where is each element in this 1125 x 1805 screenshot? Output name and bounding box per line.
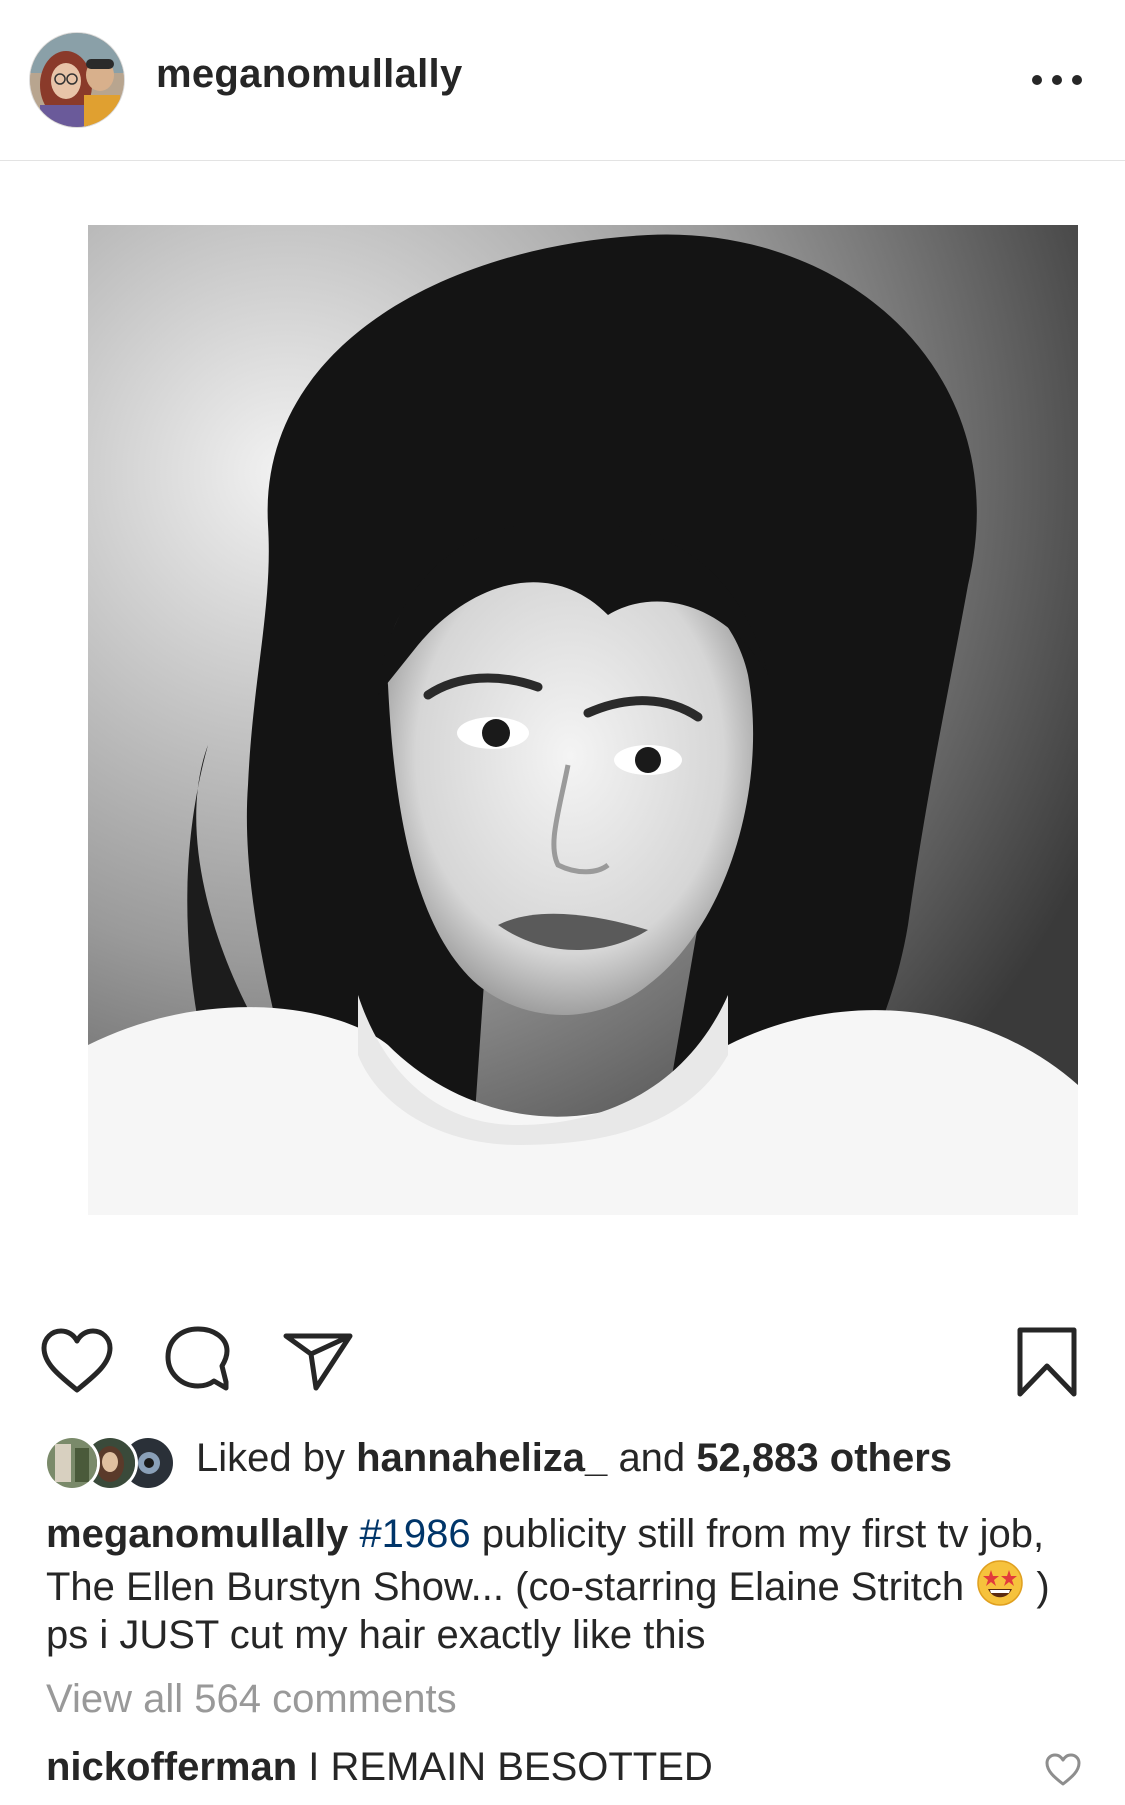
post-username[interactable]: meganomullally: [156, 52, 463, 97]
direct-share-icon: [283, 1333, 353, 1391]
liker-avatars[interactable]: [44, 1435, 180, 1491]
likes-row: Liked by hannaheliza_ and 52,883 others: [44, 1432, 1084, 1491]
star-struck-emoji-icon: [977, 1560, 1024, 1606]
caption-hashtag[interactable]: #1986: [359, 1512, 470, 1556]
heart-icon: [41, 1328, 113, 1393]
like-button[interactable]: [40, 1328, 114, 1399]
likes-summary[interactable]: Liked by hannaheliza_ and 52,883 others: [196, 1436, 952, 1481]
save-button[interactable]: [1016, 1326, 1078, 1403]
heart-icon: [1045, 1753, 1081, 1786]
post-header: meganomullally: [0, 0, 1125, 161]
caption-username[interactable]: meganomullally: [46, 1512, 348, 1556]
liker-avatar: [44, 1435, 100, 1491]
avatar[interactable]: [30, 33, 124, 127]
more-options-button[interactable]: [1028, 62, 1088, 98]
more-horizontal-icon: [1032, 75, 1042, 85]
likes-others-count[interactable]: 52,883 others: [696, 1436, 952, 1480]
liker-avatar-image: [47, 1438, 97, 1488]
comment-icon: [165, 1326, 230, 1391]
post-photo[interactable]: [88, 225, 1078, 1215]
bookmark-icon: [1017, 1327, 1077, 1397]
comment-like-button[interactable]: [1044, 1753, 1082, 1792]
action-bar: [0, 1318, 1125, 1398]
comment-text: I REMAIN BESOTTED: [308, 1745, 713, 1789]
comment-button[interactable]: [164, 1326, 234, 1401]
share-button[interactable]: [282, 1330, 354, 1397]
likes-joiner: and: [618, 1436, 686, 1480]
more-horizontal-icon: [1072, 75, 1082, 85]
portrait-photo: [88, 225, 1078, 1215]
post-caption: meganomullally #1986 publicity still fro…: [46, 1510, 1086, 1659]
more-horizontal-icon: [1052, 75, 1062, 85]
avatar-image: [30, 33, 124, 127]
comment-item: nickofferman I REMAIN BESOTTED: [46, 1745, 713, 1790]
likes-prefix: Liked by: [196, 1436, 345, 1480]
comment-username[interactable]: nickofferman: [46, 1745, 297, 1789]
first-liker-username[interactable]: hannaheliza_: [356, 1436, 607, 1480]
view-all-comments-link[interactable]: View all 564 comments: [46, 1677, 457, 1722]
